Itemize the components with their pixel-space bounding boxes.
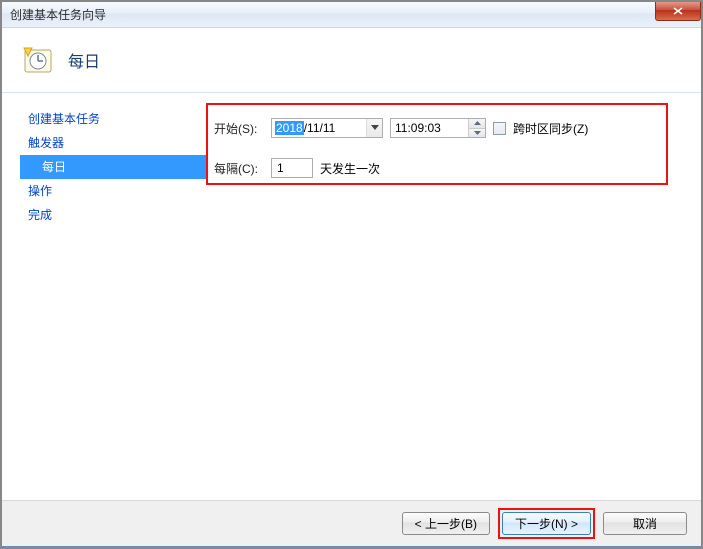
chevron-up-icon	[474, 121, 481, 125]
annotation-box-next: 下一步(N) >	[498, 508, 595, 539]
back-button[interactable]: < 上一步(B)	[402, 512, 490, 535]
row-interval: 每隔(C): 1 天发生一次	[206, 157, 687, 179]
sidebar-item-finish[interactable]: 完成	[20, 203, 206, 227]
date-rest: /11/11	[304, 121, 336, 135]
close-button[interactable]	[655, 2, 701, 21]
date-year-selected: 2018	[275, 121, 304, 135]
page-title: 每日	[68, 48, 100, 72]
time-spin-down[interactable]	[469, 129, 485, 138]
sidebar-item-daily[interactable]: 每日	[20, 155, 206, 179]
close-icon	[673, 7, 683, 15]
sidebar-item-action[interactable]: 操作	[20, 179, 206, 203]
row-start: 开始(S): 2018/11/11 11:09:03	[206, 117, 687, 139]
sidebar: 创建基本任务 触发器 每日 操作 完成	[20, 107, 206, 490]
label-sync: 跨时区同步(Z)	[513, 120, 588, 137]
sidebar-item-create-task[interactable]: 创建基本任务	[20, 107, 206, 131]
time-value: 11:09:03	[391, 121, 468, 135]
wizard-body: 创建基本任务 触发器 每日 操作 完成 开始(S): 2018/11/11 11…	[2, 93, 701, 500]
date-dropdown-button[interactable]	[366, 119, 382, 137]
label-start: 开始(S):	[214, 120, 264, 137]
wizard-header: 每日	[2, 28, 701, 93]
time-spinner	[468, 119, 485, 137]
scheduler-icon	[22, 44, 54, 76]
label-interval: 每隔(C):	[214, 160, 264, 177]
footer: < 上一步(B) 下一步(N) > 取消	[2, 500, 701, 546]
wizard-window: 创建基本任务向导 每日 创建基本任务 触发器 每日 操作 完成 开始(	[1, 1, 702, 547]
titlebar: 创建基本任务向导	[2, 2, 701, 28]
time-input[interactable]: 11:09:03	[390, 118, 486, 138]
window-title: 创建基本任务向导	[10, 6, 106, 23]
next-button[interactable]: 下一步(N) >	[502, 512, 591, 535]
interval-input[interactable]: 1	[271, 158, 313, 178]
chevron-down-icon	[474, 131, 481, 135]
chevron-down-icon	[371, 125, 379, 131]
time-spin-up[interactable]	[469, 119, 485, 129]
date-input[interactable]: 2018/11/11	[271, 118, 383, 138]
label-interval-suffix: 天发生一次	[320, 160, 380, 177]
sidebar-item-trigger[interactable]: 触发器	[20, 131, 206, 155]
cancel-button[interactable]: 取消	[603, 512, 687, 535]
sync-checkbox[interactable]	[493, 122, 506, 135]
main-panel: 开始(S): 2018/11/11 11:09:03	[206, 107, 687, 490]
